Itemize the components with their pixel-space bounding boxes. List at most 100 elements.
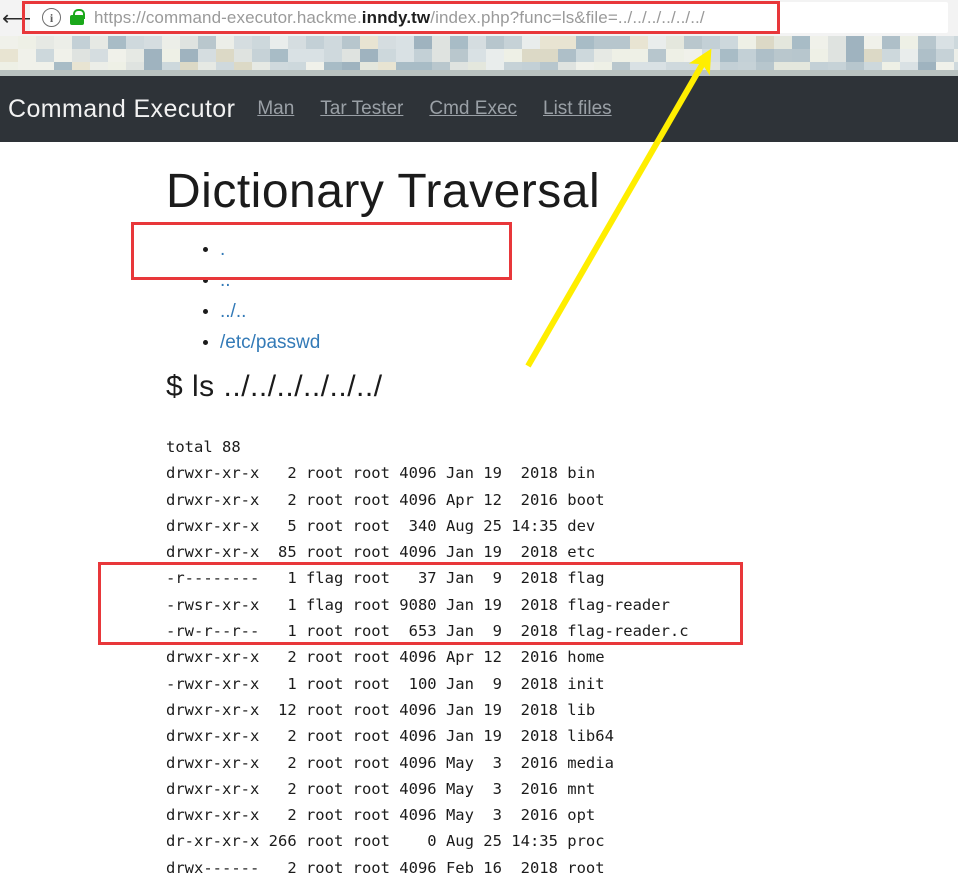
mosaic-cell: [216, 36, 234, 49]
blurred-bookmarks-bar: [0, 36, 958, 76]
mosaic-cell: [486, 36, 504, 49]
mosaic-cell: [936, 49, 954, 62]
path-link-dotdot[interactable]: ..: [220, 270, 231, 291]
mosaic-cell: [540, 49, 558, 62]
mosaic-cell: [198, 49, 216, 62]
mosaic-cell: [864, 49, 882, 62]
green-padlock-icon[interactable]: [69, 9, 85, 26]
mosaic-cell: [792, 49, 810, 62]
path-link-dot[interactable]: .: [220, 239, 225, 260]
mosaic-cell: [720, 49, 738, 62]
mosaic-cell: [594, 49, 612, 62]
mosaic-cell: [504, 36, 522, 49]
mosaic-cell: [648, 36, 666, 49]
mosaic-cell: [144, 36, 162, 49]
mosaic-cell: [666, 49, 684, 62]
mosaic-cell: [900, 49, 918, 62]
mosaic-cell: [720, 36, 738, 49]
mosaic-cell: [378, 36, 396, 49]
mosaic-cell: [576, 36, 594, 49]
info-circle-icon[interactable]: i: [42, 8, 61, 27]
mosaic-cell: [882, 36, 900, 49]
mosaic-cell: [486, 49, 504, 62]
mosaic-cell: [864, 36, 882, 49]
navbar-brand[interactable]: Command Executor: [8, 95, 235, 124]
mosaic-cell: [702, 49, 720, 62]
mosaic-cell: [522, 49, 540, 62]
mosaic-cell: [738, 49, 756, 62]
mosaic-cell: [432, 36, 450, 49]
mosaic-cell: [432, 49, 450, 62]
back-arrow-icon[interactable]: ⟵: [2, 3, 32, 33]
mosaic-cell: [90, 49, 108, 62]
mosaic-cell: [18, 49, 36, 62]
mosaic-cell: [846, 49, 864, 62]
mosaic-cell: [0, 36, 18, 49]
mosaic-cell: [576, 49, 594, 62]
list-item: ..: [220, 265, 320, 296]
mosaic-cell: [72, 36, 90, 49]
mosaic-cell: [918, 36, 936, 49]
mosaic-cell: [54, 36, 72, 49]
mosaic-cell: [936, 36, 954, 49]
mosaic-cell: [360, 36, 378, 49]
mosaic-cell: [180, 49, 198, 62]
padlock-body: [70, 15, 84, 25]
nav-link-tar-tester[interactable]: Tar Tester: [320, 98, 403, 120]
list-item: ../..: [220, 296, 320, 327]
mosaic-cell: [270, 36, 288, 49]
mosaic-cell: [900, 36, 918, 49]
mosaic-cell: [738, 36, 756, 49]
mosaic-cell: [396, 36, 414, 49]
mosaic-cell: [126, 49, 144, 62]
mosaic-cell: [612, 36, 630, 49]
mosaic-cell: [198, 36, 216, 49]
mosaic-cell: [324, 36, 342, 49]
url-suffix: /index.php?func=ls&file=../../../../../.…: [430, 7, 705, 27]
mosaic-cell: [36, 49, 54, 62]
mosaic-cell: [0, 49, 18, 62]
nav-link-cmd-exec[interactable]: Cmd Exec: [429, 98, 517, 120]
mosaic-cell: [90, 36, 108, 49]
mosaic-cell: [468, 36, 486, 49]
mosaic-cell: [162, 49, 180, 62]
mosaic-cell: [540, 36, 558, 49]
mosaic-cell: [108, 36, 126, 49]
mosaic-cell: [414, 36, 432, 49]
mosaic-cell: [270, 49, 288, 62]
mosaic-cell: [918, 49, 936, 62]
mosaic-cell: [342, 36, 360, 49]
mosaic-cell: [288, 36, 306, 49]
mosaic-cell: [630, 49, 648, 62]
mosaic-cell: [594, 36, 612, 49]
directory-listing: total 88 drwxr-xr-x 2 root root 4096 Jan…: [166, 438, 689, 877]
mosaic-cell: [342, 49, 360, 62]
path-link-up-two[interactable]: ../..: [220, 301, 246, 322]
path-link-etc-passwd[interactable]: /etc/passwd: [220, 332, 320, 353]
mosaic-cell: [810, 36, 828, 49]
url-prefix: https://command-executor.hackme.: [94, 7, 362, 27]
mosaic-cell: [630, 36, 648, 49]
command-line: $ ls ../../../../../../: [166, 370, 383, 403]
mosaic-cell: [144, 49, 162, 62]
mosaic-cell: [774, 36, 792, 49]
mosaic-cell: [54, 49, 72, 62]
mosaic-cell: [810, 49, 828, 62]
mosaic-cell: [306, 36, 324, 49]
mosaic-cell: [954, 36, 958, 49]
mosaic-cell: [648, 49, 666, 62]
mosaic-cell: [180, 36, 198, 49]
mosaic-cell: [522, 36, 540, 49]
nav-link-list-files[interactable]: List files: [543, 98, 612, 120]
mosaic-cell: [324, 49, 342, 62]
address-bar[interactable]: i https://command-executor.hackme.inndy.…: [30, 2, 948, 33]
mosaic-cell: [828, 49, 846, 62]
nav-link-man[interactable]: Man: [257, 98, 294, 120]
mosaic-cell: [558, 49, 576, 62]
annotation-box-command: [131, 222, 512, 280]
mosaic-cell: [450, 49, 468, 62]
mosaic-cell: [252, 49, 270, 62]
mosaic-cell: [756, 36, 774, 49]
site-navbar: Command Executor Man Tar Tester Cmd Exec…: [0, 76, 958, 142]
mosaic-cell: [306, 49, 324, 62]
